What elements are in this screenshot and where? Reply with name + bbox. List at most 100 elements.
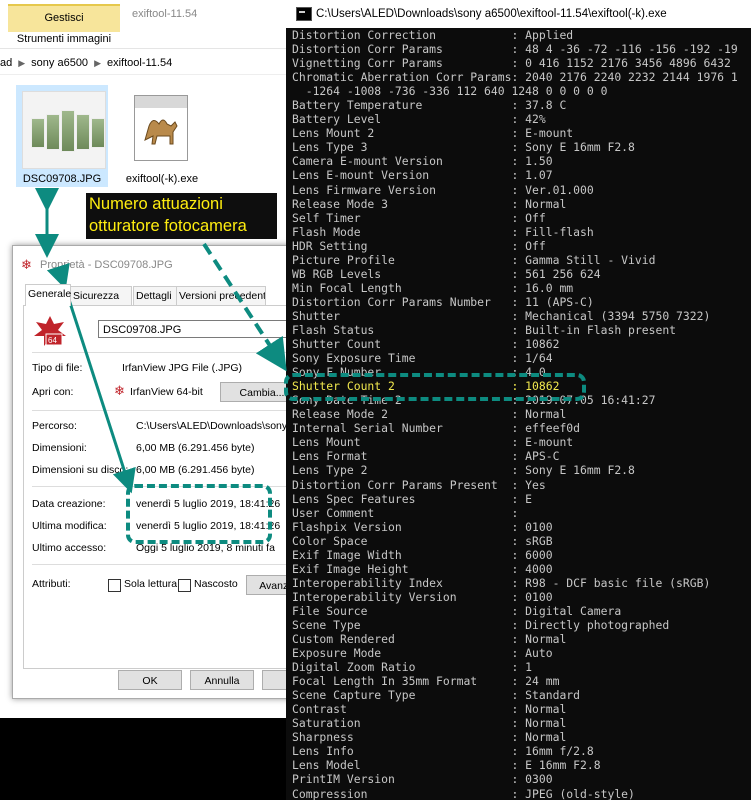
open-with-value: IrfanView 64-bit [130,386,203,398]
console-line: Picture Profile : Gamma Still - Vivid [292,252,656,267]
file-type-label: Tipo di file: [32,362,83,374]
ribbon-tabs: Gestisci exiftool-11.54 [0,0,300,32]
console-line: PrintIM Version : 0300 [292,772,553,787]
console-line: Distortion Corr Params Present : Yes [292,477,546,492]
console-line: Distortion Corr Params Number : 11 (APS-… [292,294,594,309]
filename-input[interactable]: DSC09708.JPG [98,320,301,338]
shutter-count-highlight [284,373,586,401]
console-line: Exif Image Height : 4000 [292,561,553,576]
breadcrumb[interactable]: ad ▶ sony a6500 ▶ exiftool-11.54 [0,52,300,75]
readonly-label: Sola lettura [124,578,178,590]
cancel-button[interactable]: Annulla [190,670,254,690]
path-value: C:\Users\ALED\Downloads\sony a6 [136,420,302,432]
irfanview-file-icon: 64 [32,314,68,350]
console-line: WB RGB Levels : 561 256 624 [292,266,601,281]
callout-line: otturatore fotocamera [89,217,247,235]
path-label: Percorso: [32,420,77,432]
console-line: Release Mode 2 : Normal [292,407,567,422]
console-line: Release Mode 3 : Normal [292,196,567,211]
file-name: DSC09708.JPG [22,173,102,185]
console-line: Min Focal Length : 16.0 mm [292,280,574,295]
console-line: Lens Spec Features : E [292,491,533,506]
accessed-label: Ultimo accesso: [32,542,107,554]
console-line: Custom Rendered : Normal [292,632,567,647]
console-line: Lens Firmware Version : Ver.01.000 [292,182,594,197]
divider [32,410,294,411]
dialog-titlebar[interactable]: ❄ Proprietà - DSC09708.JPG [13,246,301,280]
modified-label: Ultima modifica: [32,520,107,532]
console-titlebar[interactable]: C:\Users\ALED\Downloads\sony a6500\exift… [286,0,751,28]
irfanview-icon: ❄ [114,383,125,398]
console-line: Flashpix Version : 0100 [292,519,553,534]
console-line: Distortion Corr Params : 48 4 -36 -72 -1… [292,42,738,57]
console-output[interactable]: Distortion Correction : Applied Distortio… [292,28,751,800]
console-line: Lens Format : APS-C [292,449,560,464]
console-line: Lens Type 3 : Sony E 16mm F2.8 [292,140,635,155]
console-line: -1264 -1008 -736 -336 112 640 1248 0 0 0… [292,84,608,99]
console-title: C:\Users\ALED\Downloads\sony a6500\exift… [316,8,667,20]
console-line: Color Space : sRGB [292,533,553,548]
console-line: Exposure Mode : Auto [292,646,553,661]
console-line: Lens Model : E 16mm F2.8 [292,758,601,773]
console-line: Internal Serial Number : effeef0d [292,421,581,436]
console-line: Digital Zoom Ratio : 1 [292,660,533,675]
console-line: Battery Level : 42% [292,112,546,127]
attributes-label: Attributi: [32,578,71,590]
console-line: Self Timer : Off [292,210,546,225]
file-name: exiftool(-k).exe [125,173,199,185]
console-line: Flash Status : Built-in Flash present [292,322,677,337]
breadcrumb-item[interactable]: ad [0,57,12,69]
tab-security[interactable]: Sicurezza [70,286,132,305]
console-line: Flash Mode : Fill-flash [292,224,594,239]
console-line: Lens Type 2 : Sony E 16mm F2.8 [292,463,635,478]
breadcrumb-item[interactable]: sony a6500 [31,57,88,69]
console-line: Compression : JPEG (old-style) [292,786,635,800]
console-line: User Comment : [292,505,519,520]
file-item-exe[interactable]: exiftool(-k).exe [116,85,208,187]
size-value: 6,00 MB (6.291.456 byte) [136,442,255,454]
explorer-title: exiftool-11.54 [132,8,198,20]
console-line: Shutter Count : 10862 [292,337,560,352]
chevron-right-icon: ▶ [94,58,101,68]
tab-general[interactable]: Generale [25,284,71,306]
tab-previous-versions[interactable]: Versioni precedenti [176,286,266,305]
console-line: Saturation : Normal [292,716,567,731]
readonly-checkbox[interactable] [108,579,121,592]
console-line: Lens E-mount Version : 1.07 [292,168,553,183]
photo-thumbnail-icon [22,91,106,169]
breadcrumb-item[interactable]: exiftool-11.54 [107,57,172,69]
callout-line: Numero attuazioni [89,195,223,213]
camel-exe-icon [134,95,188,161]
console-line: Contrast : Normal [292,702,567,717]
file-item-photo[interactable]: DSC09708.JPG [16,85,108,187]
console-line: Shutter : Mechanical (3394 5750 7322) [292,308,711,323]
disk-size-value: 6,00 MB (6.291.456 byte) [136,464,255,476]
console-line: Interoperability Version : 0100 [292,589,553,604]
console-line: Focal Length In 35mm Format : 24 mm [292,674,560,689]
svg-text:64: 64 [48,336,57,345]
callout-label: Numero attuazioni otturatore fotocamera [86,193,277,239]
console-line: Sony Exposure Time : 1/64 [292,351,553,366]
console-line: File Source : Digital Camera [292,603,622,618]
console-line: Distortion Correction : Applied [292,28,574,42]
ribbon-tools-images[interactable]: Strumenti immagini [8,30,120,49]
console-line: Interoperability Index : R98 - DCF basic… [292,575,711,590]
console-line: Lens Mount : E-mount [292,435,574,450]
ok-button[interactable]: OK [118,670,182,690]
dates-highlight [126,484,272,544]
disk-size-label: Dimensioni su disco: [32,464,129,476]
console-line: Sharpness : Normal [292,730,567,745]
console-line: Exif Image Width : 6000 [292,547,553,562]
irfanview-icon: ❄ [21,257,32,272]
chevron-right-icon: ▶ [18,58,26,68]
dialog-tabs: Generale Sicurezza Dettagli Versioni pre… [23,284,301,306]
console-line: Camera E-mount Version : 1.50 [292,154,553,169]
ribbon-tab-gestisci[interactable]: Gestisci [8,4,120,32]
console-line: HDR Setting : Off [292,238,546,253]
console-line: Scene Type : Directly photographed [292,617,670,632]
open-with-label: Apri con: [32,386,74,398]
console-line: Vignetting Corr Params : 0 416 1152 2176… [292,56,731,71]
console-line: Scene Capture Type : Standard [292,688,581,703]
hidden-checkbox[interactable] [178,579,191,592]
divider [32,564,294,565]
